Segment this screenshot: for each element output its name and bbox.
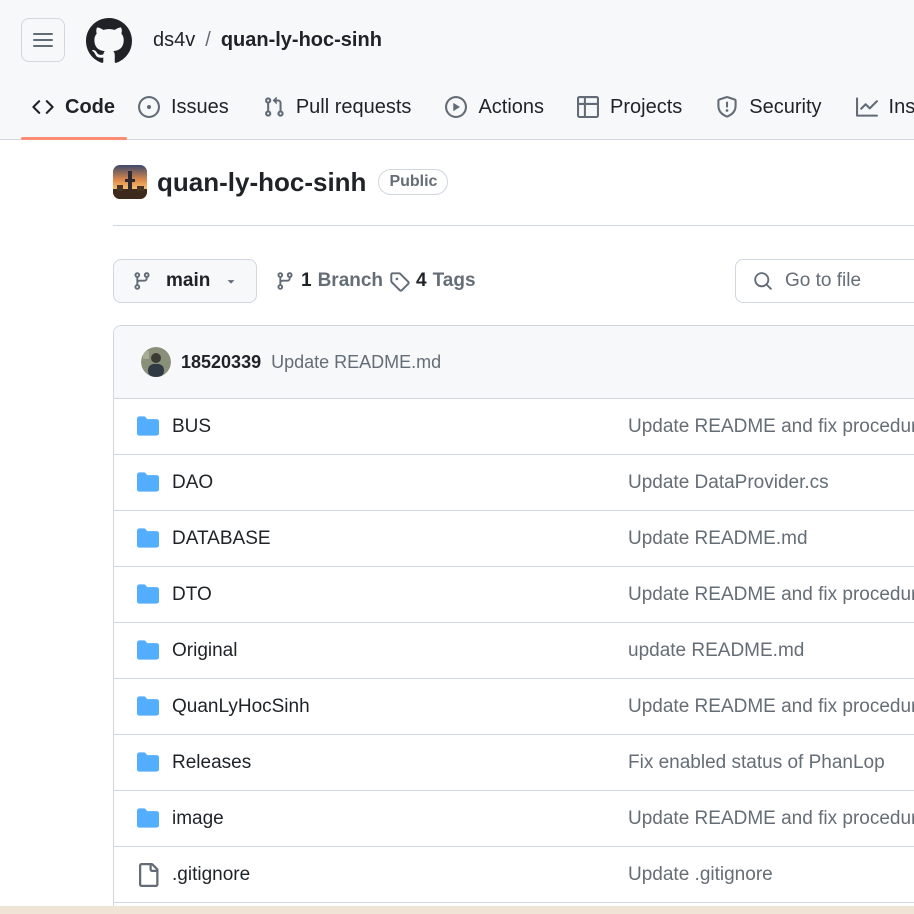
branches-link[interactable]: 1 Branch xyxy=(275,270,383,292)
repo-title-row: quan-ly-hoc-sinh Public xyxy=(113,165,449,199)
tab-security-label: Security xyxy=(749,95,822,118)
window-bottom-edge xyxy=(0,906,914,914)
tab-projects[interactable]: Projects xyxy=(560,86,698,128)
repo-name[interactable]: quan-ly-hoc-sinh xyxy=(157,167,366,198)
branch-name: main xyxy=(166,270,211,291)
tag-label: Tags xyxy=(432,270,476,291)
commit-author[interactable]: 18520339 xyxy=(181,352,261,373)
git-pull-request-icon xyxy=(264,96,284,117)
table-row[interactable]: Original update README.md xyxy=(114,623,914,679)
table-row[interactable]: QuanLyHocSinh Update README and fix proce… xyxy=(114,679,914,735)
tab-security[interactable]: Security xyxy=(698,86,837,128)
folder-icon xyxy=(136,471,160,499)
commit-message[interactable]: Update README.md xyxy=(271,352,441,373)
github-logo-icon[interactable] xyxy=(86,18,132,64)
file-commit-message[interactable]: Update README and fix procedur xyxy=(628,584,914,606)
table-icon xyxy=(577,96,600,118)
title-divider xyxy=(113,225,914,226)
repo-tabs: Code Issues Pull requests Actions Projec… xyxy=(0,86,914,140)
git-branch-icon xyxy=(277,272,293,290)
file-name-link[interactable]: Original xyxy=(172,640,237,662)
go-to-file-placeholder: Go to file xyxy=(785,270,862,291)
breadcrumb: ds4v / quan-ly-hoc-sinh xyxy=(153,29,382,52)
go-to-file-input[interactable]: Go to file xyxy=(735,259,914,303)
file-commit-message[interactable]: Update .gitignore xyxy=(628,864,773,886)
folder-icon xyxy=(136,415,160,443)
table-row[interactable]: DTO Update README and fix procedur xyxy=(114,567,914,623)
tab-pull-requests[interactable]: Pull requests xyxy=(245,86,428,128)
tab-actions-label: Actions xyxy=(478,95,545,118)
owner-link[interactable]: ds4v xyxy=(153,29,195,52)
tab-code[interactable]: Code xyxy=(0,86,127,140)
tags-link[interactable]: 4 Tags xyxy=(389,270,476,292)
graph-icon xyxy=(855,97,878,117)
repo-header: ds4v / quan-ly-hoc-sinh Code Issues Pull… xyxy=(0,0,914,140)
tag-count: 4 xyxy=(416,270,427,291)
issue-opened-icon xyxy=(138,96,160,118)
table-row[interactable]: Releases Fix enabled status of PhanLop xyxy=(114,735,914,791)
triangle-down-icon xyxy=(228,280,235,284)
folder-icon xyxy=(136,695,160,723)
git-branch-icon xyxy=(134,272,150,290)
branch-label: Branch xyxy=(317,270,384,291)
menu-button[interactable] xyxy=(21,18,65,62)
tab-insights-label: Insig xyxy=(888,95,914,118)
branch-selector-button[interactable]: main xyxy=(113,259,257,303)
code-icon xyxy=(32,100,54,114)
file-icon xyxy=(136,863,160,893)
visibility-badge: Public xyxy=(378,169,449,195)
file-commit-message[interactable]: Update README.md xyxy=(628,528,808,550)
file-name-link[interactable]: Releases xyxy=(172,752,251,774)
file-name-link[interactable]: DAO xyxy=(172,472,213,494)
shield-icon xyxy=(717,96,737,118)
file-name-link[interactable]: .gitignore xyxy=(172,864,250,886)
tab-actions[interactable]: Actions xyxy=(427,86,560,128)
search-icon xyxy=(754,272,772,290)
file-name-link[interactable]: DTO xyxy=(172,584,212,606)
file-name-link[interactable]: DATABASE xyxy=(172,528,271,550)
table-row[interactable]: image Update README and fix procedur xyxy=(114,791,914,847)
tab-issues[interactable]: Issues xyxy=(127,86,245,128)
tab-projects-label: Projects xyxy=(610,95,683,118)
file-list: 18520339 Update README.md BUS Update READ… xyxy=(113,325,914,914)
table-row[interactable]: DATABASE Update README.md xyxy=(114,511,914,567)
repo-avatar[interactable] xyxy=(113,165,147,199)
file-name-link[interactable]: QuanLyHocSinh xyxy=(172,696,310,718)
avatar[interactable] xyxy=(141,347,171,377)
file-name-link[interactable]: image xyxy=(172,808,224,830)
file-commit-message[interactable]: Update README and fix procedur xyxy=(628,696,914,718)
folder-icon xyxy=(136,807,160,835)
branch-count: 1 xyxy=(301,270,312,291)
file-commit-message[interactable]: Update README and fix procedur xyxy=(628,808,914,830)
play-icon xyxy=(445,96,468,118)
file-commit-message[interactable]: Update DataProvider.cs xyxy=(628,472,829,494)
tab-code-label: Code xyxy=(65,95,115,118)
breadcrumb-separator: / xyxy=(205,29,211,51)
hamburger-icon xyxy=(33,33,53,47)
table-row[interactable]: .gitignore Update .gitignore xyxy=(114,847,914,903)
file-commit-message[interactable]: Fix enabled status of PhanLop xyxy=(628,752,885,774)
latest-commit-bar: 18520339 Update README.md xyxy=(114,326,914,399)
folder-icon xyxy=(136,751,160,779)
tab-insights[interactable]: Insig xyxy=(838,86,914,128)
folder-icon xyxy=(136,639,160,667)
tag-icon xyxy=(390,271,410,292)
file-commit-message[interactable]: update README.md xyxy=(628,640,804,662)
table-row[interactable]: BUS Update README and fix procedur xyxy=(114,399,914,455)
repo-link[interactable]: quan-ly-hoc-sinh xyxy=(221,29,382,52)
tab-issues-label: Issues xyxy=(171,95,229,118)
folder-icon xyxy=(136,583,160,611)
folder-icon xyxy=(136,527,160,555)
file-commit-message[interactable]: Update README and fix procedur xyxy=(628,416,914,438)
tab-pull-requests-label: Pull requests xyxy=(295,95,412,118)
table-row[interactable]: DAO Update DataProvider.cs xyxy=(114,455,914,511)
file-name-link[interactable]: BUS xyxy=(172,416,211,438)
